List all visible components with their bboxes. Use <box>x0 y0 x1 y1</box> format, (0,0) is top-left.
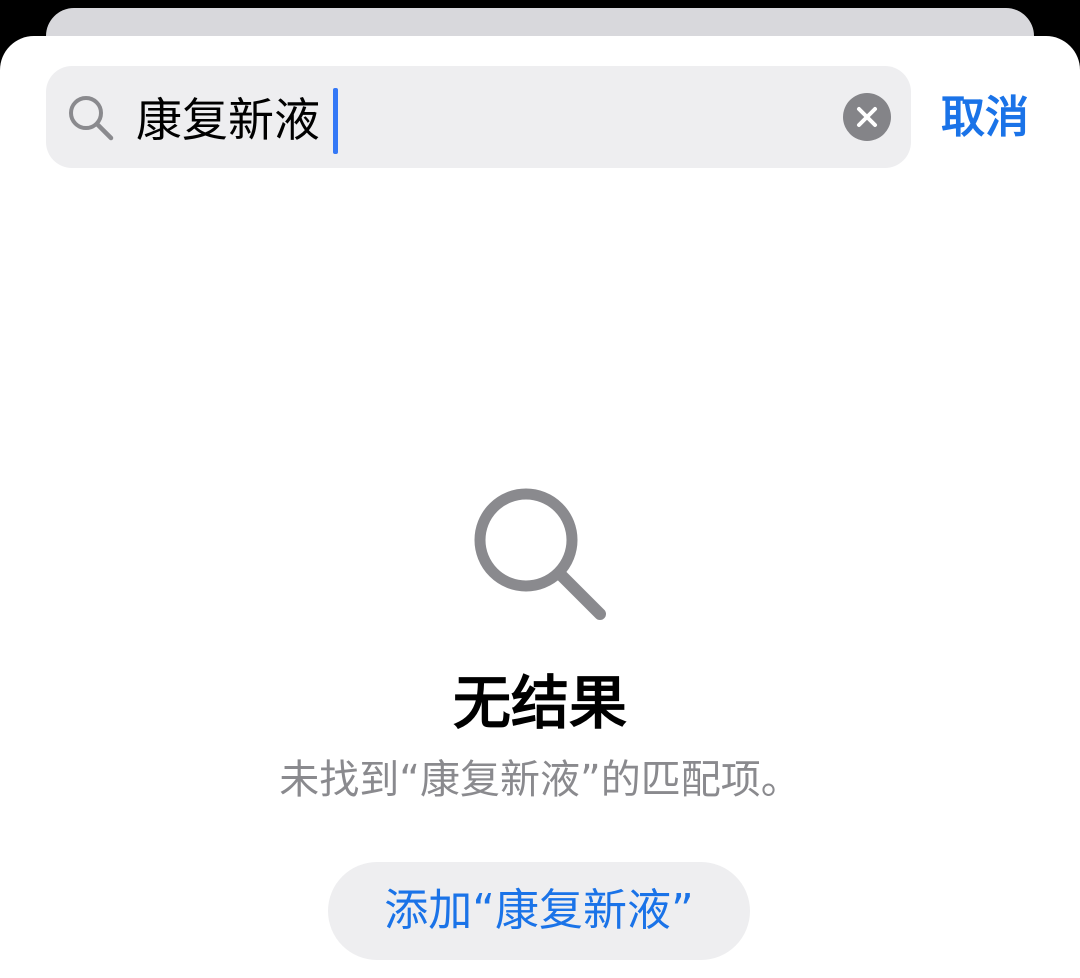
screen: 取消 无结果 未找到“康复新液”的匹配项。 添加“康复新液” <box>0 0 1080 978</box>
search-icon <box>69 96 114 141</box>
cancel-button[interactable]: 取消 <box>930 88 1040 148</box>
text-caret <box>333 88 338 154</box>
clear-icon <box>857 107 877 127</box>
search-sheet: 取消 无结果 未找到“康复新液”的匹配项。 添加“康复新液” <box>0 36 1080 978</box>
search-icon <box>474 488 606 620</box>
no-results-title: 无结果 <box>452 669 627 737</box>
clear-search-button[interactable] <box>843 93 891 141</box>
add-item-button[interactable]: 添加“康复新液” <box>328 862 750 960</box>
search-input[interactable] <box>136 84 816 150</box>
search-bar[interactable] <box>46 66 911 168</box>
no-results-message: 未找到“康复新液”的匹配项。 <box>279 757 801 803</box>
